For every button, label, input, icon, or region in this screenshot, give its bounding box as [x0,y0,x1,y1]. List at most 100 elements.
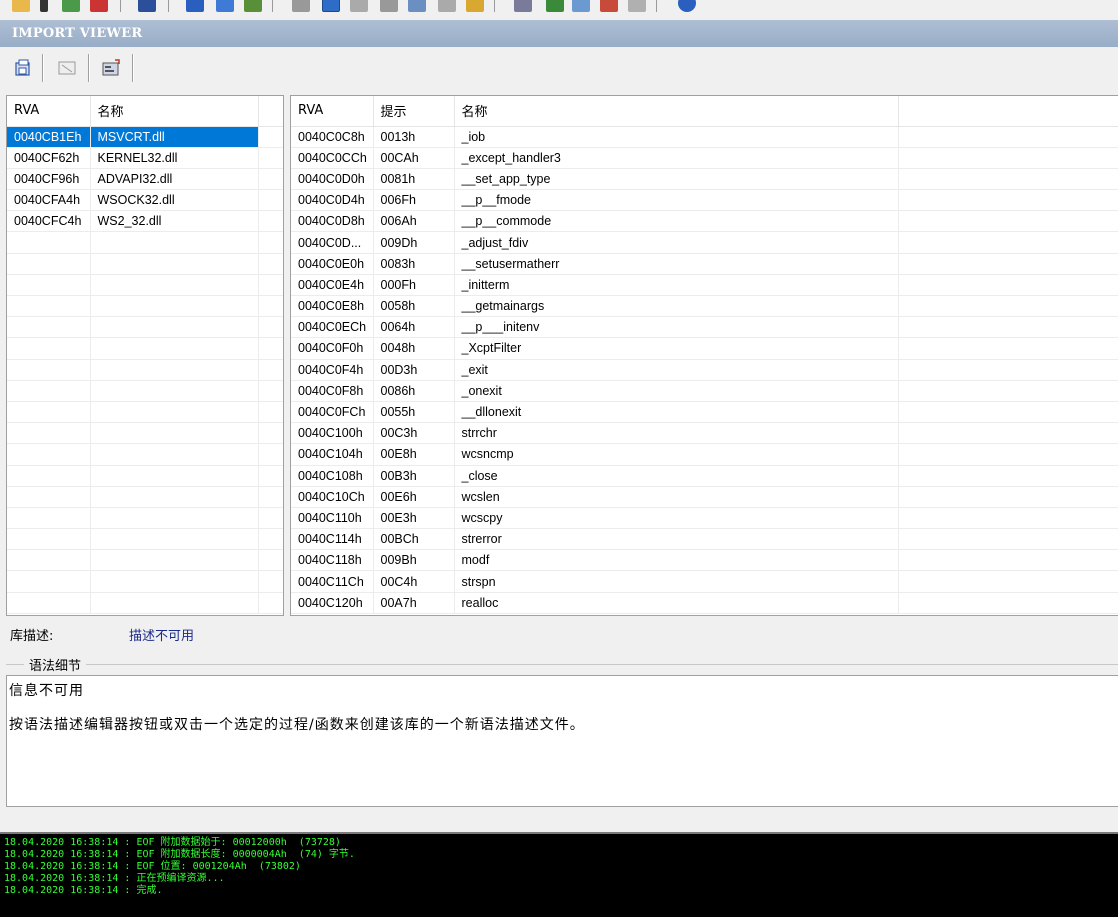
table-row[interactable]: 0040C0FCh 0055h __dllonexit [291,401,1118,424]
empty-cell [898,274,1118,297]
table-row[interactable]: 0040C108h 00B3h _close [291,465,1118,487]
column-header-rva[interactable]: RVA [7,96,91,127]
help-icon[interactable] [678,0,696,12]
table-row[interactable]: 0040C0ECh 0064h __p___initenv [291,316,1118,339]
window-icon[interactable] [292,0,310,12]
table-row[interactable]: 0040C104h 00E8h wcsncmp [291,443,1118,466]
info-shield-icon[interactable] [186,0,204,12]
table-row[interactable]: 0040C0F0h 0048h _XcptFilter [291,337,1118,360]
column-header-name[interactable]: 名称 [90,96,259,127]
empty-cell [7,507,91,530]
table-cell: 0040C120h [291,592,374,614]
table-row[interactable]: 0040C0E8h 0058h __getmainargs [291,295,1118,318]
table-row[interactable]: 0040C118h 009Bh modf [291,549,1118,572]
column-header-name[interactable]: 名称 [454,96,899,127]
table-cell: WS2_32.dll [90,210,259,233]
column-header-rva[interactable]: RVA [291,96,374,127]
empty-cell [258,443,283,466]
main-toolbar [0,0,1118,18]
table-row[interactable]: 0040C100h 00C3h strrchr [291,422,1118,445]
dll-header-row: RVA 名称 [7,96,283,127]
table-cell: 000Fh [373,274,455,297]
log-panel[interactable]: 18.04.2020 16:38:14 : EOF 附加数据始于: 000120… [0,832,1118,917]
table-row[interactable]: 0040CF96h ADVAPI32.dll [7,168,283,191]
table-row[interactable]: 0040C110h 00E3h wcscpy [291,507,1118,530]
table-row[interactable]: 0040C0D... 009Dh _adjust_fdiv [291,231,1118,254]
syntax-editor-button[interactable] [12,57,34,79]
empty-cell [898,147,1118,169]
empty-cell [7,380,91,402]
empty-cell [258,126,283,148]
table-cell: 00D3h [373,359,455,381]
table-row[interactable]: 0040C120h 00A7h realloc [291,592,1118,614]
export-icon[interactable] [350,0,368,12]
syntax-group-title: 语法细节 [24,655,87,674]
empty-cell [7,528,91,551]
table-row[interactable]: 0040C0D0h 0081h __set_app_type [291,168,1118,191]
table-row[interactable]: 0040CB1Eh MSVCRT.dll [7,126,283,148]
open-folder-icon[interactable] [12,0,30,12]
table-cell: 00E6h [373,486,455,508]
books-icon[interactable] [600,0,618,12]
table-cell: _iob [454,126,899,148]
chart-icon[interactable] [546,0,564,12]
table-row[interactable]: 0040C0CCh 00CAh _except_handler3 [291,147,1118,169]
empty-cell [898,126,1118,148]
table-row[interactable]: 0040CF62h KERNEL32.dll [7,147,283,169]
empty-cell [258,401,283,424]
network-icon[interactable] [572,0,590,12]
empty-cell [898,507,1118,530]
log-line: 18.04.2020 16:38:14 : EOF 附加数据始于: 000120… [4,837,341,848]
plugin-icon[interactable] [628,0,646,12]
dll-list-table[interactable]: RVA 名称 0040CB1Eh MSVCRT.dll 0040CF62h KERNE… [6,95,284,616]
table-row[interactable]: 0040C11Ch 00C4h strspn [291,570,1118,593]
empty-row [7,422,283,445]
disasm-icon[interactable] [408,0,426,12]
table-row[interactable]: 0040CFC4h WS2_32.dll [7,210,283,233]
resource-icon[interactable] [380,0,398,12]
empty-cell [258,337,283,360]
table-row[interactable]: 0040C0E4h 000Fh _initterm [291,274,1118,297]
splitter[interactable] [0,808,1118,832]
import-viewer-icon[interactable] [322,0,340,12]
empty-row [7,443,283,466]
table-row[interactable]: 0040C0F4h 00D3h _exit [291,359,1118,381]
empty-cell [90,253,259,275]
table-row[interactable]: 0040C0D4h 006Fh __p__fmode [291,189,1118,212]
list-icon[interactable] [216,0,234,12]
checklist-icon[interactable] [62,0,80,12]
empty-cell [90,528,259,551]
dropdown-arrow-icon[interactable] [40,0,48,12]
table-row[interactable]: 0040CFA4h WSOCK32.dll [7,189,283,212]
empty-cell [258,486,283,508]
empty-cell [898,570,1118,593]
empty-cell [7,570,91,593]
table-row[interactable]: 0040C0D8h 006Ah __p__commode [291,210,1118,233]
table-cell: wcsncmp [454,443,899,466]
syntax-hint-line: 按语法描述编辑器按钮或双击一个选定的过程/函数来创建该库的一个新语法描述文件。 [9,717,585,733]
table-row[interactable]: 0040C0F8h 0086h _onexit [291,380,1118,402]
tools-icon[interactable] [514,0,532,12]
table-row[interactable]: 0040C114h 00BCh strerror [291,528,1118,551]
save-icon[interactable] [138,0,156,12]
table-row[interactable]: 0040C0C8h 0013h _iob [291,126,1118,148]
table-row[interactable]: 0040C10Ch 00E6h wcslen [291,486,1118,508]
column-header-hint[interactable]: 提示 [373,96,455,127]
column-header-empty [898,96,1118,127]
toolbar-separator [168,0,169,12]
empty-cell [7,337,91,360]
function-list-table[interactable]: RVA 提示 名称 0040C0C8h 0013h _iob 0040C0CCh 00C… [290,95,1118,616]
clear-button[interactable] [56,57,78,79]
hex-icon[interactable] [438,0,456,12]
empty-cell [258,422,283,445]
tree-icon[interactable] [244,0,262,12]
syntax-details-box[interactable]: 信息不可用 按语法描述编辑器按钮或双击一个选定的过程/函数来创建该库的一个新语法… [6,675,1118,807]
table-cell: 009Bh [373,549,455,572]
table-cell: wcscpy [454,507,899,530]
properties-button[interactable] [100,57,122,79]
table-cell: 0040C0E8h [291,295,374,318]
table-row[interactable]: 0040C0E0h 0083h __setusermatherr [291,253,1118,275]
close-file-icon[interactable] [90,0,108,12]
diamond-icon[interactable] [466,0,484,12]
table-cell: 0040C0C8h [291,126,374,148]
